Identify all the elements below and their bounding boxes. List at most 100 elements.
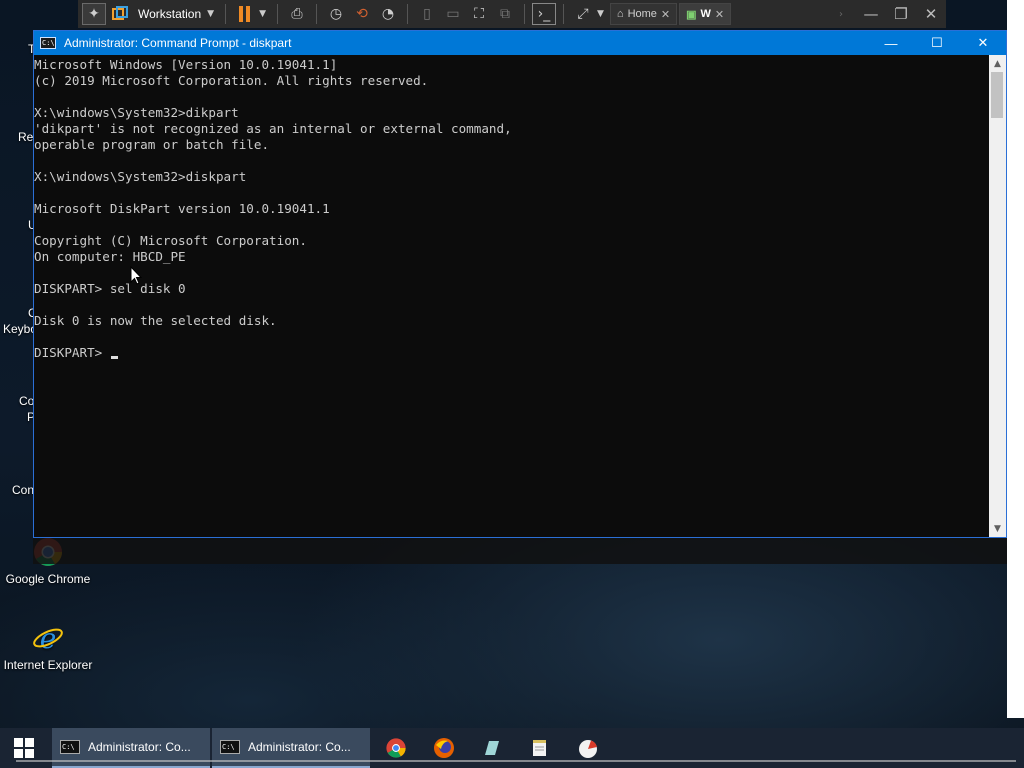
maximize-button[interactable]: ☐ bbox=[914, 31, 960, 55]
console-output[interactable]: Microsoft Windows [Version 10.0.19041.1]… bbox=[34, 55, 989, 537]
desktop-partial-label: Keybo bbox=[3, 322, 38, 336]
console-line: X:\windows\System32>dikpart bbox=[34, 105, 239, 120]
hidden-window-strip bbox=[33, 538, 1007, 564]
pinned-notepad[interactable] bbox=[516, 728, 564, 768]
pinned-pen-tool[interactable] bbox=[468, 728, 516, 768]
svg-text:e: e bbox=[40, 622, 57, 654]
internet-explorer-icon: e bbox=[33, 622, 63, 654]
thumbnail-view-icon[interactable]: ▭ bbox=[441, 3, 465, 25]
toolbar-window-controls: › — ❐ ✕ bbox=[826, 0, 946, 28]
console-line: Copyright (C) Microsoft Corporation. bbox=[34, 233, 307, 248]
desktop-partial-label: Con bbox=[12, 483, 35, 497]
minimize-button[interactable]: — bbox=[868, 31, 914, 55]
revert-snapshot-icon[interactable]: ⟲ bbox=[350, 3, 374, 25]
home-icon: ⌂ bbox=[616, 8, 624, 20]
close-button[interactable]: ✕ bbox=[960, 31, 1006, 55]
windows-logo-icon bbox=[14, 738, 34, 758]
console-line: DISKPART> sel disk 0 bbox=[34, 281, 186, 296]
command-prompt-window[interactable]: C:\ Administrator: Command Prompt - disk… bbox=[33, 30, 1007, 538]
pinned-chrome[interactable] bbox=[372, 728, 420, 768]
console-line: On computer: HBCD_PE bbox=[34, 249, 186, 264]
close-icon[interactable]: ✕ bbox=[715, 8, 724, 21]
toolbar-separator bbox=[523, 4, 525, 24]
console-line: Disk 0 is now the selected disk. bbox=[34, 313, 277, 328]
prompt-line[interactable]: DISKPART> bbox=[34, 345, 989, 361]
vertical-scrollbar[interactable]: ▲ ▼ bbox=[989, 55, 1006, 537]
vm-toolbar: ✦ Workstation ▼ ▼ ⎙ ◷ ⟲ ◔ ▯ ▭ ⛶ ⧉ ›_ ⤢ ▼… bbox=[78, 0, 946, 28]
pin-icon[interactable]: ✦ bbox=[82, 3, 106, 25]
chevron-down-icon[interactable]: ▼ bbox=[597, 9, 604, 19]
console-line: Microsoft DiskPart version 10.0.19041.1 bbox=[34, 201, 330, 216]
console-line: 'dikpart' is not recognized as an intern… bbox=[34, 121, 512, 136]
tab-label: W bbox=[700, 8, 711, 20]
taskbar-item-cmd[interactable]: C:\ Administrator: Co... bbox=[52, 728, 210, 768]
stretch-icon[interactable]: ⤢ bbox=[571, 3, 595, 25]
console-line: operable program or batch file. bbox=[34, 137, 270, 152]
vm-icon: ▣ bbox=[686, 8, 697, 21]
toolbar-separator bbox=[406, 4, 408, 24]
console-line: X:\windows\System32>diskpart bbox=[34, 169, 247, 184]
tab-label: Home bbox=[627, 8, 657, 20]
library-view-icon[interactable]: ▯ bbox=[415, 3, 439, 25]
unity-icon[interactable]: ⧉ bbox=[493, 3, 517, 25]
window-title: Administrator: Command Prompt - diskpart bbox=[64, 36, 292, 50]
text-cursor bbox=[110, 356, 118, 359]
desktop-icon-internet-explorer[interactable]: e Internet Explorer bbox=[0, 622, 96, 672]
snapshot-icon[interactable]: ◷ bbox=[324, 3, 348, 25]
taskbar: C:\ Administrator: Co... C:\ Administrat… bbox=[0, 728, 1024, 768]
vm-name[interactable]: Workstation bbox=[138, 7, 201, 21]
chrome-icon bbox=[386, 738, 406, 758]
toolbar-separator bbox=[562, 4, 564, 24]
pause-icon[interactable] bbox=[233, 3, 257, 25]
desktop-icon-label: Internet Explorer bbox=[3, 658, 93, 672]
full-screen-icon[interactable]: ⛶ bbox=[467, 3, 491, 25]
prompt-text: DISKPART> bbox=[34, 345, 110, 360]
console-line: (c) 2019 Microsoft Corporation. All righ… bbox=[34, 73, 429, 88]
scroll-up-icon[interactable]: ▲ bbox=[989, 55, 1006, 72]
start-button[interactable] bbox=[0, 728, 48, 768]
cmd-app-icon[interactable]: C:\ bbox=[40, 37, 56, 49]
vm-power-icon[interactable] bbox=[108, 3, 132, 25]
desktop-icon-label: Google Chrome bbox=[5, 572, 91, 586]
chevron-down-icon[interactable]: ▼ bbox=[207, 9, 214, 19]
outer-scrollbar[interactable] bbox=[1007, 0, 1024, 718]
console-line: Microsoft Windows [Version 10.0.19041.1] bbox=[34, 57, 338, 72]
pinned-firefox[interactable] bbox=[420, 728, 468, 768]
pinned-disk-tool[interactable] bbox=[564, 728, 612, 768]
notepad-icon bbox=[533, 740, 546, 756]
scrollbar-thumb[interactable] bbox=[991, 72, 1003, 118]
tab-vm[interactable]: ▣ W ✕ bbox=[679, 3, 732, 25]
minimize-icon[interactable]: — bbox=[856, 5, 886, 23]
taskbar-item-label: Administrator: Co... bbox=[88, 740, 191, 754]
pen-icon bbox=[485, 741, 499, 755]
firefox-icon bbox=[434, 738, 454, 758]
desktop-partial-label: Re bbox=[18, 130, 34, 144]
snapshot-manager-icon[interactable]: ◔ bbox=[376, 3, 400, 25]
chevron-down-icon[interactable]: ▼ bbox=[259, 9, 266, 19]
cmd-app-icon: C:\ bbox=[60, 740, 80, 754]
disk-tool-icon bbox=[579, 740, 597, 758]
taskbar-item-label: Administrator: Co... bbox=[248, 740, 351, 754]
send-keys-icon[interactable]: ⎙ bbox=[285, 3, 309, 25]
title-bar[interactable]: C:\ Administrator: Command Prompt - disk… bbox=[34, 31, 1006, 55]
close-icon[interactable]: ✕ bbox=[661, 8, 670, 21]
toolbar-separator bbox=[315, 4, 317, 24]
mouse-pointer-icon bbox=[130, 266, 142, 285]
tab-home[interactable]: ⌂ Home ✕ bbox=[609, 3, 678, 25]
scroll-down-icon[interactable]: ▼ bbox=[989, 520, 1006, 537]
scroll-right-icon[interactable]: › bbox=[826, 9, 856, 20]
cmd-app-icon: C:\ bbox=[220, 740, 240, 754]
restore-icon[interactable]: ❐ bbox=[886, 5, 916, 23]
close-icon[interactable]: ✕ bbox=[916, 5, 946, 23]
console-view-icon[interactable]: ›_ bbox=[531, 3, 556, 25]
taskbar-item-cmd[interactable]: C:\ Administrator: Co... bbox=[212, 728, 370, 768]
bottom-scrollbar bbox=[16, 760, 1016, 762]
toolbar-separator bbox=[276, 4, 278, 24]
